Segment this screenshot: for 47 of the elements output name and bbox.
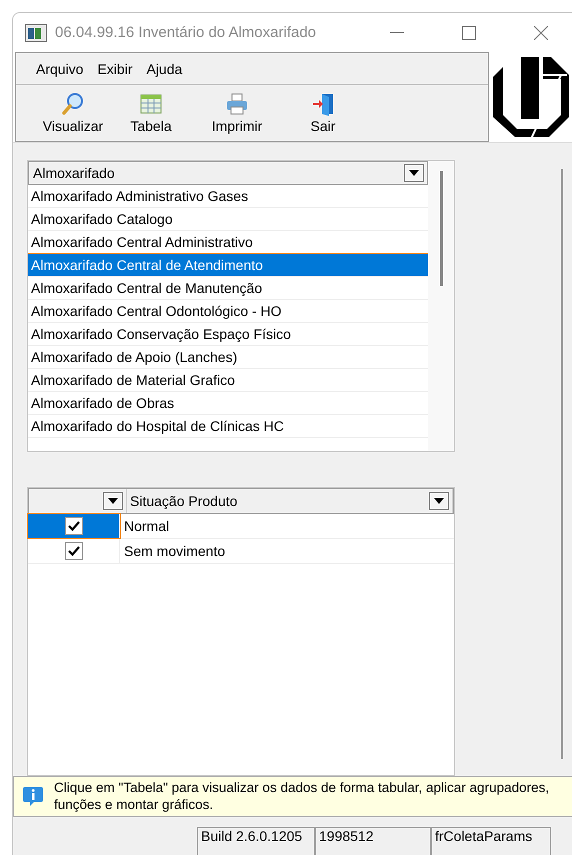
list-row[interactable]: Almoxarifado Central Administrativo	[28, 230, 428, 254]
table-cell-text: Normal	[123, 516, 170, 536]
menu-item[interactable]: Arquivo	[36, 60, 84, 77]
list-row[interactable]: Almoxarifado Administrativo Gases	[28, 184, 428, 208]
status-field: Build 2.6.0.1205	[197, 826, 315, 855]
column-title: Situação Produto	[130, 492, 238, 509]
toolbar-button[interactable]: Visualizar	[38, 92, 108, 134]
list-row[interactable]: Almoxarifado de Apoio (Lanches)	[28, 346, 428, 369]
toolbar-button[interactable]: Tabela	[108, 92, 194, 134]
column-header[interactable]: Almoxarifado	[28, 160, 428, 185]
list-row[interactable]: Almoxarifado Central de Atendimento	[28, 254, 428, 277]
caret-icon	[409, 170, 419, 176]
scrollbar-thumb[interactable]	[440, 170, 442, 286]
table-cell-text: Sem movimento	[123, 542, 226, 561]
window-title: 06.04.99.16 Inventário do Almoxarifado	[55, 24, 318, 41]
column-title: Almoxarifado	[33, 164, 115, 181]
printer-icon	[225, 92, 249, 116]
filter-button[interactable]	[103, 492, 123, 510]
menu-item[interactable]: Ajuda	[146, 60, 182, 77]
minimize-icon[interactable]	[390, 32, 404, 34]
info-icon	[22, 785, 44, 808]
list-row[interactable]: Almoxarifado do Hospital de Clínicas HC	[28, 414, 428, 438]
maximize-icon[interactable]	[462, 26, 476, 40]
list-row[interactable]: Almoxarifado de Obras	[28, 392, 428, 415]
list-row[interactable]: Almoxarifado de Material Grafico	[28, 368, 428, 392]
filter-button[interactable]	[429, 492, 449, 510]
filter-button[interactable]	[404, 164, 424, 182]
row-selector[interactable]	[28, 514, 120, 538]
checkbox[interactable]	[64, 542, 82, 560]
status-field: frColetaParams	[431, 826, 551, 855]
exit-door-icon	[311, 92, 335, 116]
caret-icon	[108, 498, 118, 504]
list-row[interactable]: Almoxarifado Central Odontológico - HO	[28, 300, 428, 323]
list-row[interactable]: Almoxarifado Conservação Espaço Físico	[28, 322, 428, 346]
toolbar-button[interactable]: Sair	[280, 92, 366, 134]
close-icon[interactable]	[534, 26, 548, 40]
status-field: 1998512	[315, 826, 431, 855]
list-row[interactable]: Almoxarifado Catalogo	[28, 208, 428, 231]
app-icon	[25, 24, 47, 42]
table-icon	[139, 92, 163, 116]
list-row[interactable]: Almoxarifado Central de Manutenção	[28, 276, 428, 300]
checkbox[interactable]	[64, 516, 82, 535]
toolbar-button[interactable]: Imprimir	[194, 92, 280, 134]
info-message: Clique em "Tabela" para visualizar os dados de forma tabular, aplicar agrupadores, funções e montar gráficos.	[54, 779, 550, 814]
menu-item[interactable]: Exibir	[97, 60, 132, 77]
caret-icon	[434, 498, 444, 504]
magnifier-icon	[61, 92, 85, 116]
